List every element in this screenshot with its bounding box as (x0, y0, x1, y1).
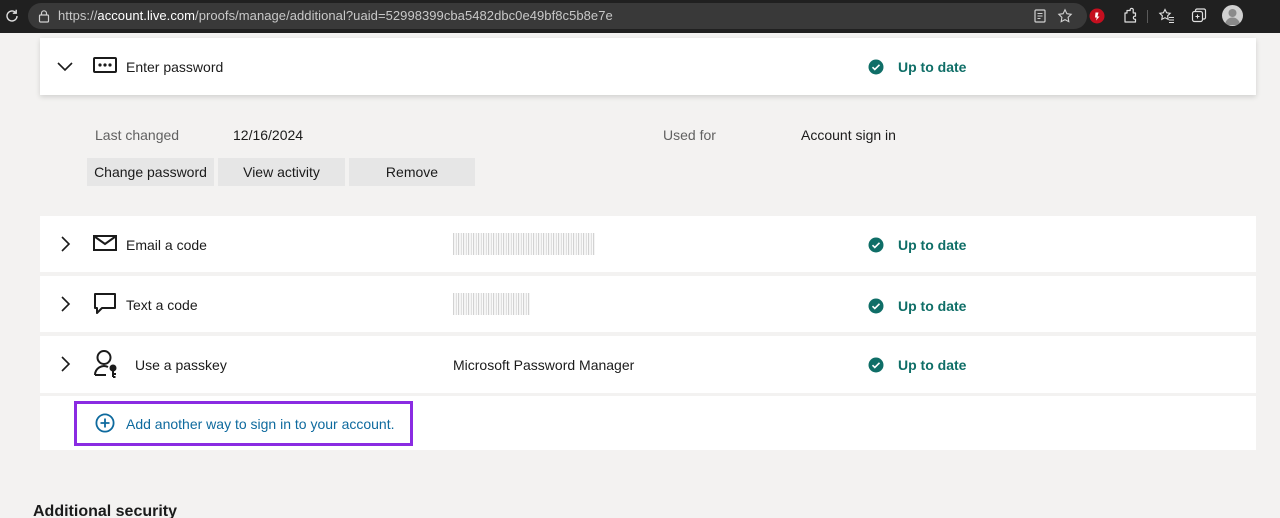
add-method-label[interactable]: Add another way to sign in to your accou… (126, 416, 395, 432)
password-icon (93, 57, 117, 73)
last-changed-value: 12/16/2024 (233, 127, 304, 143)
toolbar-divider (1147, 10, 1148, 23)
url-host: account.live.com (97, 8, 196, 23)
chevron-right-icon[interactable] (56, 295, 74, 313)
chevron-right-icon[interactable] (56, 235, 74, 253)
passkey-method-row[interactable]: Use a passkey Microsoft Password Manager… (40, 336, 1256, 393)
favorites-icon[interactable] (1158, 7, 1176, 25)
lock-icon[interactable] (37, 9, 51, 23)
password-manager-extension-icon[interactable] (1089, 8, 1105, 24)
additional-security-heading: Additional security (33, 503, 178, 518)
password-details-panel: Last changed 12/16/2024 Used for Account… (40, 95, 1256, 213)
reader-mode-icon[interactable] (1032, 8, 1048, 24)
chat-bubble-icon (94, 293, 116, 314)
status-text: Up to date (898, 59, 967, 75)
status-text: Up to date (898, 298, 967, 314)
plus-circle-icon (95, 413, 115, 433)
text-method-label: Text a code (126, 297, 198, 313)
email-method-row[interactable]: Email a code Up to date (40, 216, 1256, 272)
profile-avatar-icon (1225, 9, 1240, 25)
text-method-row[interactable]: Text a code Up to date (40, 276, 1256, 332)
check-circle-icon (868, 237, 884, 253)
address-bar[interactable]: https://account.live.com/proofs/manage/a… (28, 3, 1105, 29)
check-circle-icon (868, 59, 884, 75)
url-path: /proofs/manage/additional?uaid=52998399c… (195, 8, 613, 23)
check-circle-icon (868, 298, 884, 314)
extensions-icon[interactable] (1121, 7, 1139, 25)
chevron-right-icon[interactable] (56, 355, 74, 373)
profile-avatar[interactable] (1222, 5, 1243, 26)
masked-email-address (453, 233, 595, 255)
email-method-label: Email a code (126, 237, 207, 253)
favorite-star-icon[interactable] (1057, 8, 1073, 24)
reload-icon[interactable] (4, 8, 20, 24)
remove-button[interactable]: Remove (349, 158, 475, 186)
collections-icon[interactable] (1190, 7, 1208, 25)
view-activity-button[interactable]: View activity (218, 158, 345, 186)
passkey-method-label: Use a passkey (135, 357, 227, 373)
change-password-button[interactable]: Change password (87, 158, 214, 186)
used-for-label: Used for (663, 127, 716, 143)
used-for-value: Account sign in (801, 127, 896, 143)
url-scheme: https:// (58, 8, 98, 23)
status-text: Up to date (898, 237, 967, 253)
status-text: Up to date (898, 357, 967, 373)
check-circle-icon (868, 357, 884, 373)
browser-toolbar: https://account.live.com/proofs/manage/a… (0, 0, 1280, 33)
password-method-label: Enter password (126, 59, 224, 75)
passkey-provider: Microsoft Password Manager (453, 357, 635, 373)
password-method-row[interactable]: Enter password Up to date (40, 38, 1256, 95)
last-changed-label: Last changed (95, 127, 180, 143)
passkey-icon (94, 350, 117, 378)
chevron-down-icon[interactable] (56, 57, 74, 75)
envelope-icon (93, 235, 117, 251)
masked-phone-number (453, 293, 530, 315)
address-url[interactable]: https://account.live.com/proofs/manage/a… (58, 8, 613, 23)
